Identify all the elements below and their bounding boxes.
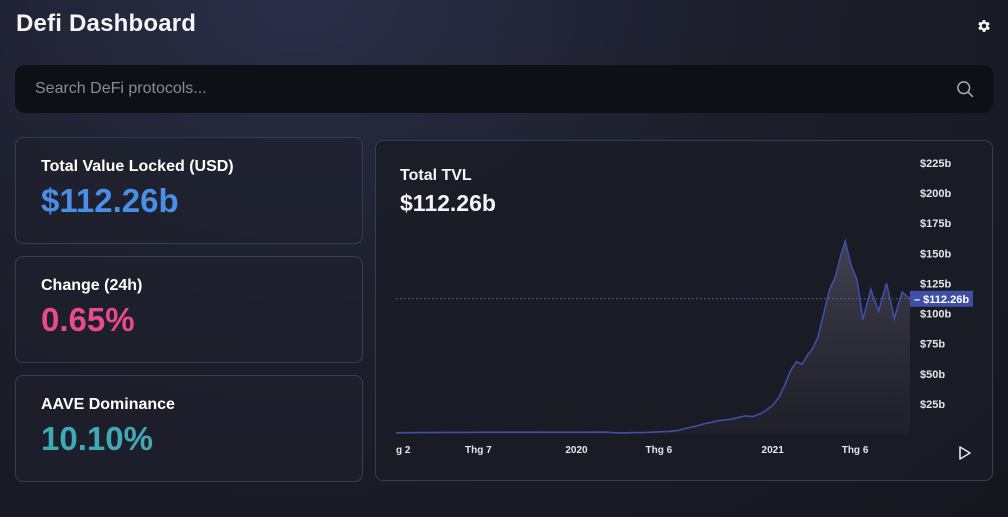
y-tick-label: $25b bbox=[920, 399, 945, 411]
y-tick-label: $50b bbox=[920, 369, 945, 381]
x-tick-label: g 2 bbox=[396, 445, 411, 456]
x-tick-label: 2020 bbox=[565, 445, 588, 456]
stat-label: AAVE Dominance bbox=[41, 396, 175, 413]
stat-label: Change (24h) bbox=[41, 277, 143, 294]
stat-value: 10.10% bbox=[41, 420, 153, 457]
tvl-area bbox=[396, 241, 910, 434]
stat-label: Total Value Locked (USD) bbox=[41, 158, 234, 175]
stat-card-tvl: Total Value Locked (USD) $112.26b bbox=[15, 137, 363, 244]
x-tick-label: Thg 6 bbox=[842, 445, 869, 456]
y-tick-label: $225b bbox=[920, 158, 951, 170]
stat-value: 0.65% bbox=[41, 301, 135, 338]
page-title: Defi Dashboard bbox=[16, 10, 197, 37]
y-tick-label: $100b bbox=[920, 309, 951, 321]
y-tick-label: $175b bbox=[920, 218, 951, 230]
search-input[interactable] bbox=[33, 79, 955, 99]
x-tick-label: Thg 6 bbox=[646, 445, 673, 456]
search-icon[interactable] bbox=[955, 79, 975, 99]
x-tick-label: Thg 7 bbox=[465, 445, 492, 456]
stat-value: $112.26b bbox=[41, 182, 179, 219]
search-bar bbox=[15, 65, 993, 113]
current-value-label: – $112.26b bbox=[914, 294, 969, 306]
y-tick-label: $200b bbox=[920, 188, 951, 200]
y-tick-label: $75b bbox=[920, 339, 945, 351]
tvl-chart[interactable]: $25b $50b $75b $100b $125b $150b $175b $200b $22… bbox=[376, 141, 992, 480]
y-tick-label: $125b bbox=[920, 278, 951, 290]
tvl-chart-card: Total TVL $112.26b $25b $50b $75b $100b $125… bbox=[375, 140, 993, 481]
stat-card-change: Change (24h) 0.65% bbox=[15, 256, 363, 363]
x-tick-label: 2021 bbox=[762, 445, 785, 456]
y-tick-label: $150b bbox=[920, 248, 951, 260]
play-icon[interactable] bbox=[958, 446, 972, 460]
stat-card-dominance: AAVE Dominance 10.10% bbox=[15, 375, 363, 482]
gear-icon[interactable] bbox=[976, 18, 992, 34]
